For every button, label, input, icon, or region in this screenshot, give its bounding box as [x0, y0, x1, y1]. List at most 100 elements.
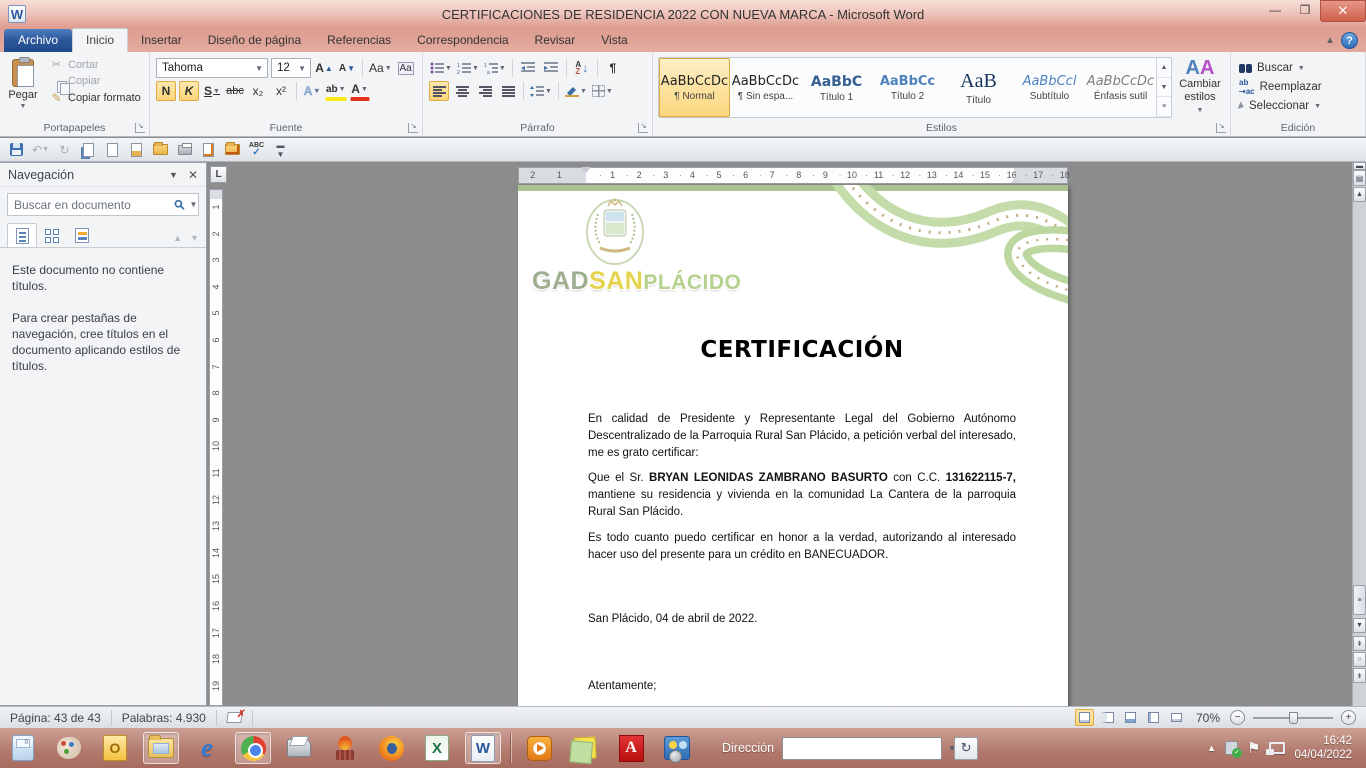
bold-button[interactable]: N — [156, 81, 176, 101]
style-enfasis-sutil[interactable]: AaBbCcDcÉnfasis sutil — [1085, 58, 1156, 117]
taskbar-explorer-icon[interactable] — [143, 732, 179, 764]
taskbar-clock[interactable]: 16:42 04/04/2022 — [1294, 734, 1356, 762]
redo-button[interactable]: ↻ — [56, 141, 73, 158]
font-family-combo[interactable]: Tahoma▼ — [156, 58, 268, 78]
print-layout-view-button[interactable] — [1075, 709, 1094, 726]
split-handle[interactable]: ▬ — [1353, 162, 1366, 170]
previous-page-button[interactable]: ⇞ — [1353, 636, 1366, 651]
browse-pages-tab[interactable] — [37, 223, 67, 247]
taskbar-paint-icon[interactable] — [51, 732, 87, 764]
right-indent-marker[interactable] — [1011, 171, 1021, 183]
taskbar-autocad-icon[interactable]: A — [613, 732, 649, 764]
style-titulo-1[interactable]: AaBbCTítulo 1 — [801, 58, 872, 117]
multilevel-list-button[interactable]: 1a▼ — [483, 58, 507, 78]
print-preview-button[interactable] — [80, 141, 97, 158]
styles-more-button[interactable]: ≡ — [1157, 97, 1171, 117]
close-button[interactable]: ✕ — [1320, 0, 1366, 22]
align-left-button[interactable] — [429, 81, 449, 101]
justify-button[interactable] — [498, 81, 518, 101]
taskbar-scanner-icon[interactable] — [281, 732, 317, 764]
vertical-scrollbar[interactable]: ▬ ▤ ▲ ≡ ▼ ⇞ ○ ⇟ — [1352, 162, 1366, 706]
print-button[interactable] — [176, 141, 193, 158]
tab-inicio[interactable]: Inicio — [72, 28, 128, 52]
refresh-button[interactable]: ↻ — [954, 737, 978, 760]
browse-results-tab[interactable] — [67, 223, 97, 247]
clear-formatting-button[interactable]: Aa — [396, 58, 416, 78]
select-button[interactable]: Seleccionar▼ — [1239, 100, 1322, 112]
closing-salutation[interactable]: Atentamente; — [588, 678, 1016, 695]
find-button[interactable]: Buscar▼ — [1239, 62, 1322, 74]
copy-button[interactable]: Copiar — [46, 74, 144, 88]
tab-diseno[interactable]: Diseño de página — [195, 29, 314, 52]
document-body[interactable]: En calidad de Presidente y Representante… — [588, 411, 1016, 695]
save-button[interactable] — [8, 141, 25, 158]
font-size-combo[interactable]: 12▼ — [271, 58, 311, 78]
network-tray-icon[interactable] — [1269, 742, 1285, 754]
align-center-button[interactable] — [452, 81, 472, 101]
text-effects-button[interactable]: A▼ — [302, 81, 322, 101]
navigation-options-icon[interactable]: ▼ — [169, 170, 178, 180]
tab-referencias[interactable]: Referencias — [314, 29, 404, 52]
spelling-button[interactable]: ABC✓ — [248, 141, 265, 158]
next-heading-icon[interactable]: ▼ — [190, 233, 199, 243]
paste-button[interactable]: Pegar ▼ — [2, 54, 44, 120]
font-dialog-launcher[interactable]: ↘ — [408, 123, 418, 133]
show-hidden-icons[interactable]: ▲ — [1207, 743, 1216, 753]
tab-revisar[interactable]: Revisar — [522, 29, 589, 52]
styles-scroll-down[interactable]: ▼ — [1157, 78, 1171, 98]
paragraph-closing-statement[interactable]: Es todo cuanto puedo certificar en honor… — [588, 530, 1016, 564]
taskbar-internet-explorer-icon[interactable]: e — [189, 732, 225, 764]
subscript-button[interactable]: x₂ — [248, 81, 268, 101]
zoom-slider[interactable] — [1253, 717, 1333, 719]
draft-view-button[interactable] — [1167, 709, 1186, 726]
paragraph-intro[interactable]: En calidad de Presidente y Representante… — [588, 411, 1016, 462]
navigation-close-icon[interactable]: ✕ — [188, 168, 198, 182]
decrease-indent-button[interactable] — [518, 58, 538, 78]
shading-button[interactable]: ▼ — [564, 81, 588, 101]
style-normal[interactable]: AaBbCcDc¶ Normal — [659, 58, 730, 117]
next-page-button[interactable]: ⇟ — [1353, 668, 1366, 683]
proofing-status[interactable] — [217, 707, 252, 728]
taskbar-word-icon[interactable]: W — [465, 732, 501, 764]
first-line-indent-marker[interactable] — [581, 167, 591, 178]
change-case-button[interactable]: Aa▼ — [368, 58, 393, 78]
change-styles-button[interactable]: AA Cambiar estilos▼ — [1172, 54, 1228, 120]
underline-button[interactable]: S▼ — [202, 81, 222, 101]
clipboard-dialog-launcher[interactable]: ↘ — [135, 123, 145, 133]
tab-stop-selector[interactable]: L — [210, 166, 227, 183]
previous-heading-icon[interactable]: ▲ — [173, 233, 182, 243]
taskbar-chrome-icon[interactable] — [235, 732, 271, 764]
horizontal-ruler[interactable]: 211·2·3·4·5·6·7·8·9·10·11·12·13·14·15·16… — [518, 167, 1068, 184]
browse-headings-tab[interactable] — [7, 223, 37, 247]
outline-view-button[interactable] — [1144, 709, 1163, 726]
taskbar-calculator-icon[interactable] — [5, 732, 41, 764]
shrink-font-button[interactable]: A▼ — [337, 58, 357, 78]
taskbar-excel-icon[interactable]: X — [419, 732, 455, 764]
line-spacing-button[interactable]: ▼ — [529, 81, 553, 101]
style-titulo-2[interactable]: AaBbCcTítulo 2 — [872, 58, 943, 117]
search-input[interactable] — [8, 198, 175, 212]
replace-button[interactable]: ab⇢acReemplazar — [1239, 78, 1322, 96]
zoom-level[interactable]: 70% — [1190, 711, 1226, 725]
taskbar-media-player-icon[interactable] — [521, 732, 557, 764]
scroll-down-icon[interactable]: ▼ — [1353, 618, 1366, 633]
zoom-slider-thumb[interactable] — [1289, 712, 1298, 724]
taskbar-sticky-notes-icon[interactable] — [567, 732, 603, 764]
borders-button[interactable]: ▼ — [591, 81, 614, 101]
edit-button[interactable] — [200, 141, 217, 158]
superscript-button[interactable]: x² — [271, 81, 291, 101]
bullets-button[interactable]: ▼ — [429, 58, 453, 78]
zoom-in-button[interactable]: + — [1341, 710, 1356, 725]
qat-more-button[interactable]: ▬▼ — [272, 141, 289, 158]
collapse-ribbon-icon[interactable]: ▲ — [1325, 35, 1335, 46]
styles-dialog-launcher[interactable]: ↘ — [1216, 123, 1226, 133]
open-button[interactable] — [152, 141, 169, 158]
address-input[interactable] — [783, 741, 948, 755]
taskbar-nero-icon[interactable] — [327, 732, 363, 764]
fullscreen-reading-view-button[interactable] — [1098, 709, 1117, 726]
sort-button[interactable]: AZ↓ — [572, 58, 592, 78]
scroll-up-icon[interactable]: ▲ — [1353, 187, 1366, 202]
word-count[interactable]: Palabras: 4.930 — [112, 707, 216, 728]
date-line[interactable]: San Plácido, 04 de abril de 2022. — [588, 611, 1016, 628]
tab-archivo[interactable]: Archivo — [4, 29, 72, 52]
